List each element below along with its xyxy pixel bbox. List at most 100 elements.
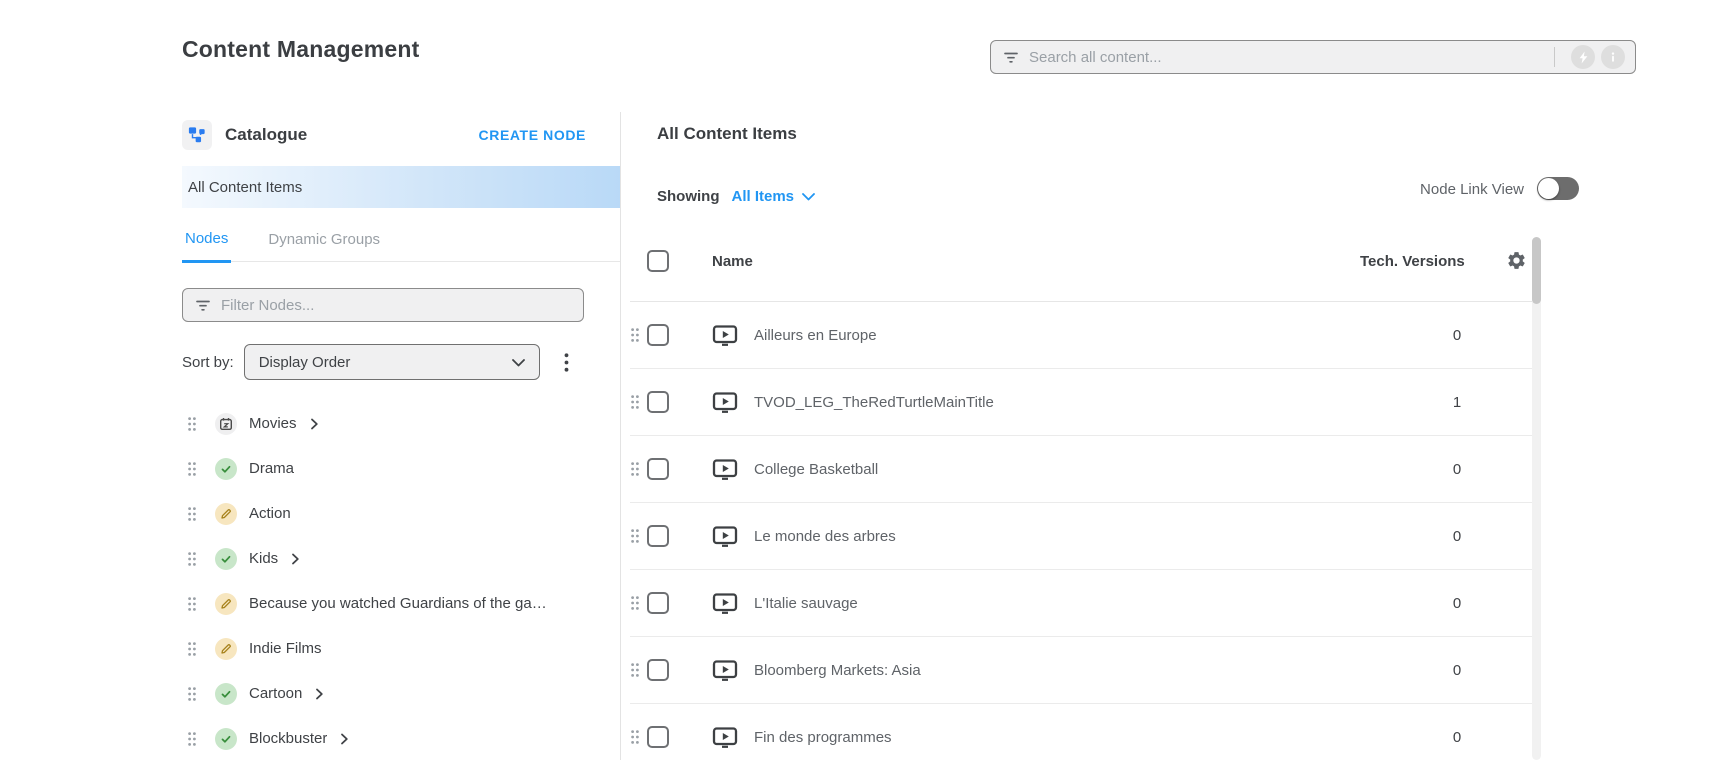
chevron-right-icon[interactable] — [339, 733, 350, 745]
filter-nodes-input[interactable] — [221, 297, 573, 314]
video-content-icon — [712, 592, 738, 614]
drag-handle-icon[interactable] — [187, 686, 197, 702]
table-scrollbar[interactable] — [1532, 237, 1541, 760]
column-header-tech-versions[interactable]: Tech. Versions — [1360, 253, 1470, 270]
drag-handle-icon[interactable] — [630, 662, 640, 678]
row-checkbox[interactable] — [647, 726, 669, 748]
drag-handle-icon[interactable] — [630, 528, 640, 544]
draft-status-icon — [215, 593, 237, 615]
node-item-drama[interactable]: Drama — [182, 446, 620, 491]
video-content-icon — [712, 458, 738, 480]
node-item-movies[interactable]: Movies — [182, 401, 620, 446]
node-item-action[interactable]: Action — [182, 491, 620, 536]
node-label[interactable]: Drama — [249, 460, 294, 477]
table-row[interactable]: TVOD_LEG_TheRedTurtleMainTitle 1 — [630, 369, 1533, 436]
sort-select[interactable]: Display Order — [244, 344, 540, 380]
node-item-blockbuster[interactable]: Blockbuster — [182, 716, 620, 760]
node-label[interactable]: Indie Films — [249, 640, 322, 657]
chevron-right-icon[interactable] — [290, 553, 301, 565]
select-all-checkbox[interactable] — [647, 250, 669, 272]
node-item-indie-films[interactable]: Indie Films — [182, 626, 620, 671]
tab-dynamic-groups[interactable]: Dynamic Groups — [265, 231, 383, 261]
catalogue-title: Catalogue — [225, 125, 307, 145]
drag-handle-icon[interactable] — [187, 596, 197, 612]
showing-value-dropdown[interactable]: All Items — [732, 188, 795, 205]
tab-nodes[interactable]: Nodes — [182, 230, 231, 263]
published-status-icon — [215, 458, 237, 480]
row-checkbox[interactable] — [647, 391, 669, 413]
drag-handle-icon[interactable] — [187, 461, 197, 477]
content-item-name[interactable]: Bloomberg Markets: Asia — [754, 662, 921, 679]
tech-versions-count: 0 — [1437, 729, 1477, 746]
catalogue-panel: Catalogue CREATE NODE All Content Items … — [182, 112, 620, 760]
tech-versions-count: 0 — [1437, 461, 1477, 478]
content-item-name[interactable]: Ailleurs en Europe — [754, 327, 877, 344]
draft-status-icon — [215, 638, 237, 660]
drag-handle-icon[interactable] — [187, 731, 197, 747]
video-content-icon — [712, 726, 738, 748]
tech-versions-count: 0 — [1437, 662, 1477, 679]
node-label[interactable]: Because you watched Guardians of the gal… — [249, 595, 549, 612]
table-row[interactable]: Le monde des arbres 0 — [630, 503, 1533, 570]
drag-handle-icon[interactable] — [630, 394, 640, 410]
tech-versions-count: 0 — [1437, 327, 1477, 344]
row-checkbox[interactable] — [647, 458, 669, 480]
node-label[interactable]: Action — [249, 505, 291, 522]
node-link-view-toggle[interactable] — [1537, 177, 1579, 200]
published-status-icon — [215, 683, 237, 705]
row-checkbox[interactable] — [647, 592, 669, 614]
chevron-right-icon[interactable] — [314, 688, 325, 700]
table-row[interactable]: Bloomberg Markets: Asia 0 — [630, 637, 1533, 704]
content-item-name[interactable]: Le monde des arbres — [754, 528, 896, 545]
content-item-name[interactable]: TVOD_LEG_TheRedTurtleMainTitle — [754, 394, 994, 411]
node-options-kebab-icon[interactable] — [564, 353, 569, 372]
tech-versions-count: 1 — [1437, 394, 1477, 411]
table-settings-gear-icon[interactable] — [1506, 250, 1527, 276]
content-item-name[interactable]: Fin des programmes — [754, 729, 892, 746]
table-row[interactable]: L'Italie sauvage 0 — [630, 570, 1533, 637]
node-label[interactable]: Cartoon — [249, 685, 302, 702]
sidebar-item-all-content-items[interactable]: All Content Items — [182, 166, 620, 208]
drag-handle-icon[interactable] — [630, 595, 640, 611]
search-info-icon[interactable] — [1601, 45, 1625, 69]
content-item-name[interactable]: College Basketball — [754, 461, 878, 478]
tech-versions-count: 0 — [1437, 528, 1477, 545]
table-row[interactable]: College Basketball 0 — [630, 436, 1533, 503]
content-item-name[interactable]: L'Italie sauvage — [754, 595, 858, 612]
video-content-icon — [712, 324, 738, 346]
search-input[interactable] — [1029, 49, 1546, 66]
node-label[interactable]: Movies — [249, 415, 297, 432]
row-checkbox[interactable] — [647, 324, 669, 346]
node-item-because-you-watched[interactable]: Because you watched Guardians of the gal… — [182, 581, 620, 626]
content-management-page: Content Management Catalogue CREATE NODE… — [0, 0, 1720, 760]
row-checkbox[interactable] — [647, 659, 669, 681]
filter-icon — [1003, 49, 1019, 65]
create-node-button[interactable]: CREATE NODE — [479, 127, 586, 143]
chevron-down-icon[interactable] — [802, 193, 815, 201]
drag-handle-icon[interactable] — [630, 461, 640, 477]
row-checkbox[interactable] — [647, 525, 669, 547]
table-row[interactable]: Fin des programmes 0 — [630, 704, 1533, 760]
drag-handle-icon[interactable] — [630, 327, 640, 343]
drag-handle-icon[interactable] — [630, 729, 640, 745]
global-search-bar[interactable] — [990, 40, 1636, 74]
node-item-kids[interactable]: Kids — [182, 536, 620, 581]
drag-handle-icon[interactable] — [187, 416, 197, 432]
node-label[interactable]: Blockbuster — [249, 730, 327, 747]
video-content-icon — [712, 391, 738, 413]
table-row[interactable]: Ailleurs en Europe 0 — [630, 302, 1533, 369]
content-heading: All Content Items — [657, 124, 797, 144]
showing-filter: Showing All Items — [657, 188, 815, 205]
drag-handle-icon[interactable] — [187, 506, 197, 522]
node-label[interactable]: Kids — [249, 550, 278, 567]
drag-handle-icon[interactable] — [187, 551, 197, 567]
node-item-cartoon[interactable]: Cartoon — [182, 671, 620, 716]
video-content-icon — [712, 659, 738, 681]
chevron-right-icon[interactable] — [309, 418, 320, 430]
quick-search-bolt-icon[interactable] — [1571, 45, 1595, 69]
drag-handle-icon[interactable] — [187, 641, 197, 657]
column-header-name[interactable]: Name — [712, 253, 753, 270]
filter-nodes-box[interactable] — [182, 288, 584, 322]
page-title: Content Management — [182, 36, 419, 63]
scrollbar-thumb[interactable] — [1532, 237, 1541, 304]
